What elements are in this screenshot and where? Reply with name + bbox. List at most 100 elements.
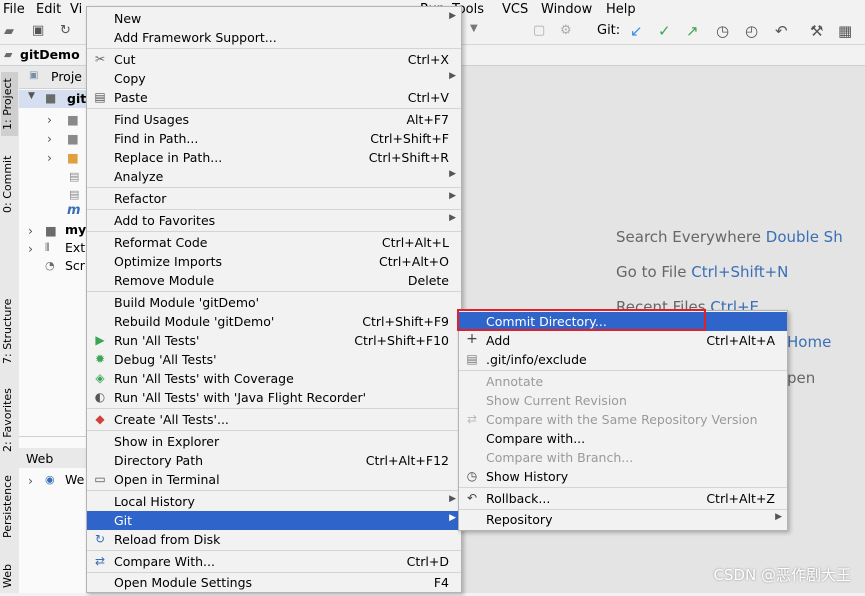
menu-item-copy[interactable]: Copy ▶ xyxy=(87,69,461,88)
debug-icon: ✹ xyxy=(94,352,106,366)
menu-file[interactable]: File xyxy=(3,2,25,17)
tree-row-label[interactable]: Scr xyxy=(65,258,85,273)
tab-web[interactable]: Web xyxy=(1,556,18,596)
menu-item-git[interactable]: Git ▶ xyxy=(87,511,461,530)
menu-item-show-current-revision[interactable]: Show Current Revision xyxy=(459,391,787,410)
git-history-clock-icon[interactable]: ◴ xyxy=(745,22,758,40)
menu-item-show-history[interactable]: ◷ Show History xyxy=(459,467,787,486)
git-label: Git: xyxy=(597,23,621,38)
submenu-arrow-icon: ▶ xyxy=(449,494,456,504)
profiler-icon: ◐ xyxy=(94,390,106,404)
tab-project[interactable]: 1: Project xyxy=(1,72,18,136)
undo-icon[interactable]: ↶ xyxy=(775,22,788,40)
git-push-icon[interactable]: ↗ xyxy=(686,22,699,40)
git-commit-icon[interactable]: ✓ xyxy=(658,22,671,40)
menu-item-analyze[interactable]: Analyze ▶ xyxy=(87,167,461,186)
menu-item-directory-path[interactable]: Directory Path Ctrl+Alt+F12 xyxy=(87,451,461,470)
git-update-icon[interactable]: ↙ xyxy=(630,22,643,40)
sync-icon[interactable]: ↻ xyxy=(60,23,71,38)
menu-item-add-to-favorites[interactable]: Add to Favorites ▶ xyxy=(87,211,461,230)
menu-item-paste[interactable]: ▤ Paste Ctrl+V xyxy=(87,88,461,107)
menu-item-cut[interactable]: ✂ Cut Ctrl+X xyxy=(87,50,461,69)
chevron-right-icon[interactable]: › xyxy=(47,131,52,146)
submenu-arrow-icon: ▶ xyxy=(449,169,456,179)
menu-item-shortcut: Ctrl+Alt+F12 xyxy=(365,453,449,468)
menu-item-open-module-settings[interactable]: Open Module Settings F4 xyxy=(87,573,461,592)
menu-item-build-module[interactable]: Build Module 'gitDemo' xyxy=(87,293,461,312)
chevron-right-icon[interactable]: › xyxy=(28,223,33,238)
chevron-right-icon[interactable]: › xyxy=(28,473,33,488)
menu-item-find-in-path[interactable]: Find in Path... Ctrl+Shift+F xyxy=(87,129,461,148)
menu-item-label: Add Framework Support... xyxy=(114,30,277,45)
menu-item-remove-module[interactable]: Remove Module Delete xyxy=(87,271,461,290)
web-panel-title[interactable]: Web xyxy=(26,451,53,466)
project-panel-title[interactable]: Proje xyxy=(51,69,82,84)
menu-item-annotate[interactable]: Annotate xyxy=(459,372,787,391)
menu-view[interactable]: Vi xyxy=(70,2,82,17)
menu-item-compare-same-version[interactable]: ⇄ Compare with the Same Repository Versio… xyxy=(459,410,787,429)
menu-item-add-framework[interactable]: Add Framework Support... xyxy=(87,28,461,47)
menu-item-open-in-terminal[interactable]: ▭ Open in Terminal xyxy=(87,470,461,489)
menu-vcs[interactable]: VCS xyxy=(502,2,528,17)
build-icon[interactable]: ⚙ xyxy=(560,23,572,38)
menu-item-label: Create 'All Tests'... xyxy=(114,412,229,427)
hint-shortcut: Double Sh xyxy=(765,228,843,246)
menu-item-git-exclude[interactable]: ▤ .git/info/exclude xyxy=(459,350,787,369)
stop-icon[interactable]: ▢ xyxy=(533,23,545,38)
menu-item-repository[interactable]: Repository ▶ xyxy=(459,510,787,529)
menu-item-create-all-tests[interactable]: ◆ Create 'All Tests'... xyxy=(87,410,461,429)
tree-row-label[interactable]: Ext xyxy=(65,240,85,255)
menu-item-label: Show Current Revision xyxy=(486,393,627,408)
project-structure-icon[interactable]: ▦ xyxy=(838,22,852,40)
menu-item-compare-with-revision[interactable]: Compare with... xyxy=(459,429,787,448)
tab-commit[interactable]: 0: Commit xyxy=(1,152,18,216)
menu-item-label: Annotate xyxy=(486,374,544,389)
menu-item-rebuild-module[interactable]: Rebuild Module 'gitDemo' Ctrl+Shift+F9 xyxy=(87,312,461,331)
tree-row-label[interactable]: my xyxy=(65,222,86,237)
chevron-right-icon[interactable]: › xyxy=(47,112,52,127)
wrench-icon[interactable]: ⚒ xyxy=(810,22,823,40)
web-row-label[interactable]: We xyxy=(65,472,84,487)
tab-structure[interactable]: 7: Structure xyxy=(1,294,18,368)
menu-item-run-with-jfr[interactable]: ◐ Run 'All Tests' with 'Java Flight Recor… xyxy=(87,388,461,407)
menu-item-label: Rollback... xyxy=(486,491,551,506)
menu-item-find-usages[interactable]: Find Usages Alt+F7 xyxy=(87,110,461,129)
menu-item-git-add[interactable]: + Add Ctrl+Alt+A xyxy=(459,331,787,350)
git-history-icon[interactable]: ◷ xyxy=(716,22,729,40)
menu-item-new[interactable]: New ▶ xyxy=(87,9,461,28)
menu-item-compare-with[interactable]: ⇄ Compare With... Ctrl+D xyxy=(87,552,461,571)
menu-edit[interactable]: Edit xyxy=(36,2,61,17)
menu-item-run-all-tests[interactable]: ▶ Run 'All Tests' Ctrl+Shift+F10 xyxy=(87,331,461,350)
menu-item-optimize-imports[interactable]: Optimize Imports Ctrl+Alt+O xyxy=(87,252,461,271)
history-icon: ◷ xyxy=(466,469,478,483)
compare-arrows-icon: ⇄ xyxy=(466,412,478,426)
menu-item-reformat-code[interactable]: Reformat Code Ctrl+Alt+L xyxy=(87,233,461,252)
chevron-right-icon[interactable]: › xyxy=(47,150,52,165)
menu-item-shortcut: Ctrl+Shift+F9 xyxy=(362,314,449,329)
tree-root-row[interactable]: ▼ ■ git xyxy=(19,90,87,108)
run-config-dropdown-icon[interactable]: ▼ xyxy=(470,23,478,34)
menu-item-compare-with-branch[interactable]: Compare with Branch... xyxy=(459,448,787,467)
open-folder-icon[interactable]: ▰ xyxy=(4,24,14,39)
tab-persistence[interactable]: Persistence xyxy=(1,471,18,543)
menu-item-run-with-coverage[interactable]: ◈ Run 'All Tests' with Coverage xyxy=(87,369,461,388)
menu-item-debug-all-tests[interactable]: ✹ Debug 'All Tests' xyxy=(87,350,461,369)
menu-item-show-in-explorer[interactable]: Show in Explorer xyxy=(87,432,461,451)
menu-separator xyxy=(87,408,461,409)
menu-help[interactable]: Help xyxy=(606,2,636,17)
menu-window[interactable]: Window xyxy=(541,2,592,17)
breadcrumb-project[interactable]: gitDemo xyxy=(20,47,80,62)
save-icon[interactable]: ▣ xyxy=(32,23,44,38)
tab-favorites[interactable]: 2: Favorites xyxy=(1,384,18,456)
menu-item-reload-from-disk[interactable]: ↻ Reload from Disk xyxy=(87,530,461,549)
chevron-right-icon[interactable]: › xyxy=(28,241,33,256)
chevron-down-icon[interactable]: ▼ xyxy=(28,91,35,101)
menu-item-rollback[interactable]: ↶ Rollback... Ctrl+Alt+Z xyxy=(459,489,787,508)
hint-search-everywhere: Search Everywhere Double Sh xyxy=(616,228,843,246)
folder-icon: ▰ xyxy=(4,48,13,61)
menu-item-local-history[interactable]: Local History ▶ xyxy=(87,492,461,511)
menu-item-label: Debug 'All Tests' xyxy=(114,352,217,367)
menu-item-refactor[interactable]: Refactor ▶ xyxy=(87,189,461,208)
menu-item-replace-in-path[interactable]: Replace in Path... Ctrl+Shift+R xyxy=(87,148,461,167)
git-file-icon: ▤ xyxy=(466,352,478,366)
